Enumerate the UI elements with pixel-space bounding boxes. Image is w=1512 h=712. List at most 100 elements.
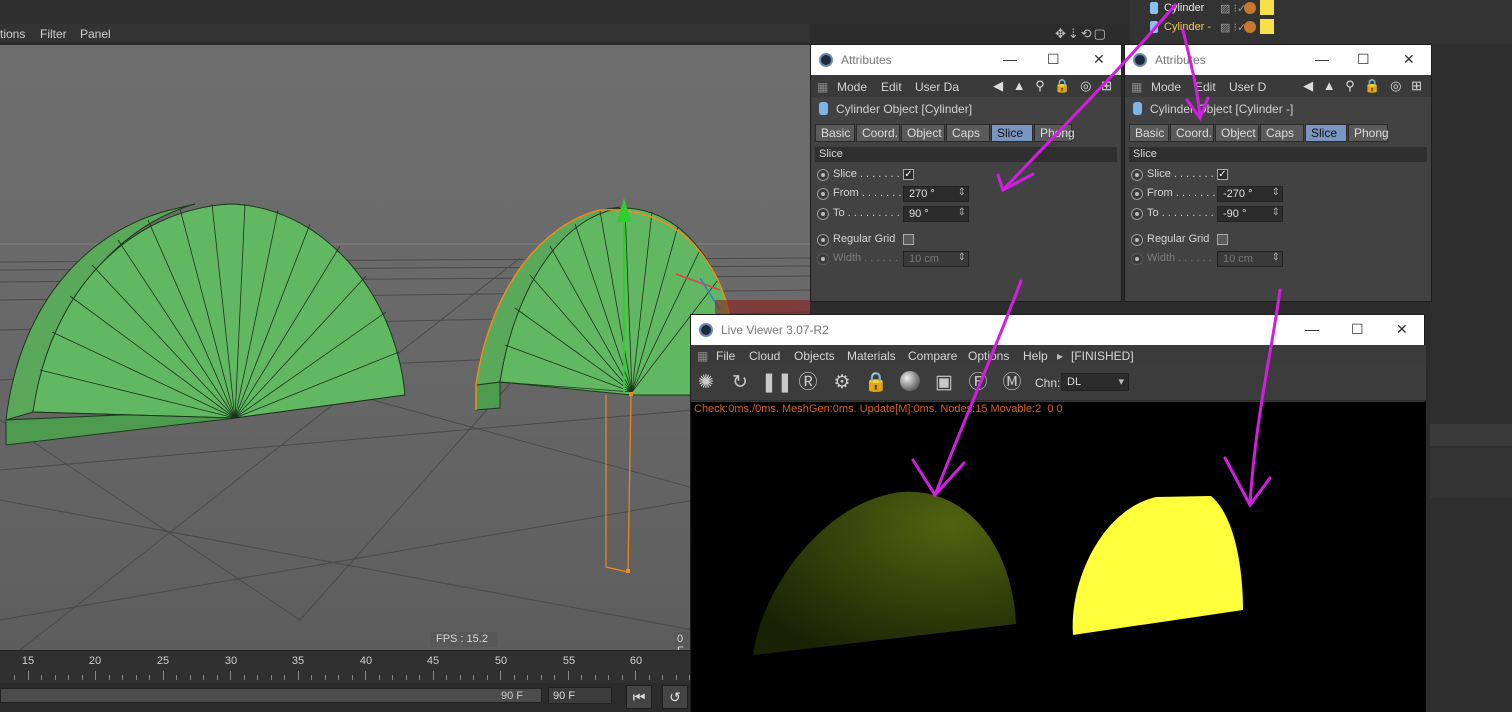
maximize-button[interactable]: ☐ — [1047, 51, 1060, 68]
menu-mode[interactable]: Mode — [837, 80, 867, 94]
menu-materials[interactable]: Materials — [847, 349, 896, 363]
menu-options[interactable]: Options — [968, 349, 1009, 363]
tab-phong[interactable]: Phong — [1348, 124, 1389, 142]
tick-mark — [459, 675, 461, 680]
menu-cloud[interactable]: Cloud — [749, 349, 780, 363]
tick-mark — [27, 671, 29, 680]
menu-edit[interactable]: Edit — [881, 80, 902, 94]
tick-mark — [81, 675, 83, 680]
width-row: Width . . . . . . 10 cm — [1131, 250, 1431, 268]
end-frame-field[interactable]: 90 F — [548, 687, 612, 704]
maximize-button[interactable]: ☐ — [1351, 321, 1364, 338]
tab-basic[interactable]: Basic — [1129, 124, 1169, 142]
animate-radio[interactable] — [1131, 169, 1143, 181]
material-tag-icon[interactable] — [1260, 19, 1274, 34]
slice-checkbox[interactable]: ✓ — [1217, 169, 1228, 180]
menu-user-data[interactable]: User Da — [915, 80, 959, 94]
minimize-button[interactable]: — — [1305, 321, 1319, 337]
timeline-ruler[interactable]: 15 20 25 30 35 40 45 50 55 60 — [0, 650, 704, 683]
region-render-icon[interactable]: Ⓡ — [795, 370, 821, 396]
menu-options[interactable]: tions — [0, 27, 25, 41]
pick-icon[interactable]: Ⓜ — [999, 370, 1025, 396]
animate-radio[interactable] — [817, 234, 829, 246]
attributes-menubar: ▦ Mode Edit User D ◀ ▲ ⚲ 🔒 ◎ ⊞ — [1125, 75, 1431, 97]
attribute-tools-icons[interactable]: ◀ ▲ ⚲ 🔒 ◎ ⊞ — [1303, 78, 1425, 94]
tick-mark — [662, 675, 663, 680]
left-half-cylinder[interactable] — [5, 203, 406, 446]
grip-icon[interactable]: ▦ — [1131, 80, 1142, 94]
close-button[interactable]: ✕ — [1396, 321, 1408, 338]
menu-edit[interactable]: Edit — [1195, 80, 1216, 94]
cinema4d-icon — [819, 53, 833, 67]
frame-slider[interactable]: 90 F — [0, 688, 542, 703]
minimize-button[interactable]: — — [1003, 51, 1017, 67]
menu-file[interactable]: File — [716, 349, 735, 363]
close-button[interactable]: ✕ — [1093, 51, 1105, 68]
attribute-tools-icons[interactable]: ◀ ▲ ⚲ 🔒 ◎ ⊞ — [993, 78, 1115, 94]
phong-tag-icon[interactable] — [1244, 2, 1256, 14]
menu-filter[interactable]: Filter — [40, 27, 67, 41]
tab-object[interactable]: Object — [901, 124, 945, 142]
to-field[interactable]: -90 ° — [1217, 206, 1283, 222]
aperture-icon[interactable]: ✺ — [693, 370, 719, 396]
render-view[interactable]: Check:0ms./0ms. MeshGen:0ms. Update[M]:0… — [691, 402, 1426, 712]
go-to-start-button[interactable]: ⏮ — [626, 685, 652, 709]
slice-checkbox[interactable]: ✓ — [903, 169, 914, 180]
lock-icon[interactable]: 🔒 — [863, 370, 889, 396]
tab-object[interactable]: Object — [1215, 124, 1259, 142]
tab-caps[interactable]: Caps — [946, 124, 990, 142]
menu-compare[interactable]: Compare — [908, 349, 957, 363]
pause-icon[interactable]: ❚❚ — [761, 370, 793, 396]
maximize-button[interactable]: ☐ — [1357, 51, 1370, 68]
animate-radio[interactable] — [1131, 208, 1143, 220]
viewport-nav-icons[interactable]: ✥⇣⟲▢ — [1055, 26, 1125, 42]
material-ball-icon[interactable] — [897, 370, 923, 396]
grip-icon[interactable]: ▦ — [817, 80, 828, 94]
region-icon[interactable]: ▣ — [931, 370, 957, 396]
animate-radio[interactable] — [817, 169, 829, 181]
menu-panel[interactable]: Panel — [80, 27, 111, 41]
to-field[interactable]: 90 ° — [903, 206, 969, 222]
minimize-button[interactable]: — — [1315, 51, 1329, 67]
step-back-button[interactable]: ↺ — [662, 685, 688, 709]
grip-icon[interactable]: ▦ — [697, 349, 708, 363]
menu-objects[interactable]: Objects — [794, 349, 835, 363]
visibility-icons[interactable]: ▨ ⁝✓ — [1220, 2, 1246, 15]
from-field[interactable]: 270 ° — [903, 186, 969, 202]
title-bar[interactable]: Live Viewer 3.07-R2 — ☐ ✕ — [691, 315, 1424, 345]
phong-tag-icon[interactable] — [1244, 21, 1256, 33]
tab-phong[interactable]: Phong — [1034, 124, 1075, 142]
focus-icon[interactable]: Ⓕ — [965, 370, 991, 396]
3d-viewport[interactable] — [0, 45, 810, 650]
tick-mark — [392, 675, 393, 680]
channel-select[interactable]: DL — [1061, 373, 1129, 391]
menu-help[interactable]: Help — [1023, 349, 1048, 363]
menu-user-data[interactable]: User D — [1229, 80, 1266, 94]
material-tag-icon[interactable] — [1260, 0, 1274, 15]
panel-band — [1430, 448, 1512, 498]
regular-grid-checkbox[interactable] — [1217, 234, 1228, 245]
close-button[interactable]: ✕ — [1403, 51, 1415, 68]
tick-mark — [594, 675, 596, 680]
regular-grid-checkbox[interactable] — [903, 234, 914, 245]
visibility-icons[interactable]: ▨ ⁝✓ — [1220, 21, 1246, 34]
tab-caps[interactable]: Caps — [1260, 124, 1304, 142]
tab-basic[interactable]: Basic — [815, 124, 855, 142]
animate-radio[interactable] — [817, 188, 829, 200]
tab-slice[interactable]: Slice — [991, 124, 1033, 142]
refresh-icon[interactable]: ↻ — [727, 370, 753, 396]
tick-mark — [68, 675, 69, 680]
title-bar[interactable]: Attributes — ☐ ✕ — [811, 45, 1121, 75]
from-field[interactable]: -270 ° — [1217, 186, 1283, 202]
animate-radio[interactable] — [1131, 188, 1143, 200]
tab-slice[interactable]: Slice — [1305, 124, 1347, 142]
tab-coord[interactable]: Coord. — [1170, 124, 1214, 142]
tick-mark — [14, 675, 15, 680]
tab-coord[interactable]: Coord. — [856, 124, 900, 142]
animate-radio[interactable] — [817, 208, 829, 220]
animate-radio[interactable] — [1131, 234, 1143, 246]
title-bar[interactable]: Attributes — ☐ ✕ — [1125, 45, 1431, 75]
settings-gear-icon[interactable]: ⚙ — [829, 370, 855, 396]
tick-label: 35 — [291, 655, 305, 667]
menu-mode[interactable]: Mode — [1151, 80, 1181, 94]
